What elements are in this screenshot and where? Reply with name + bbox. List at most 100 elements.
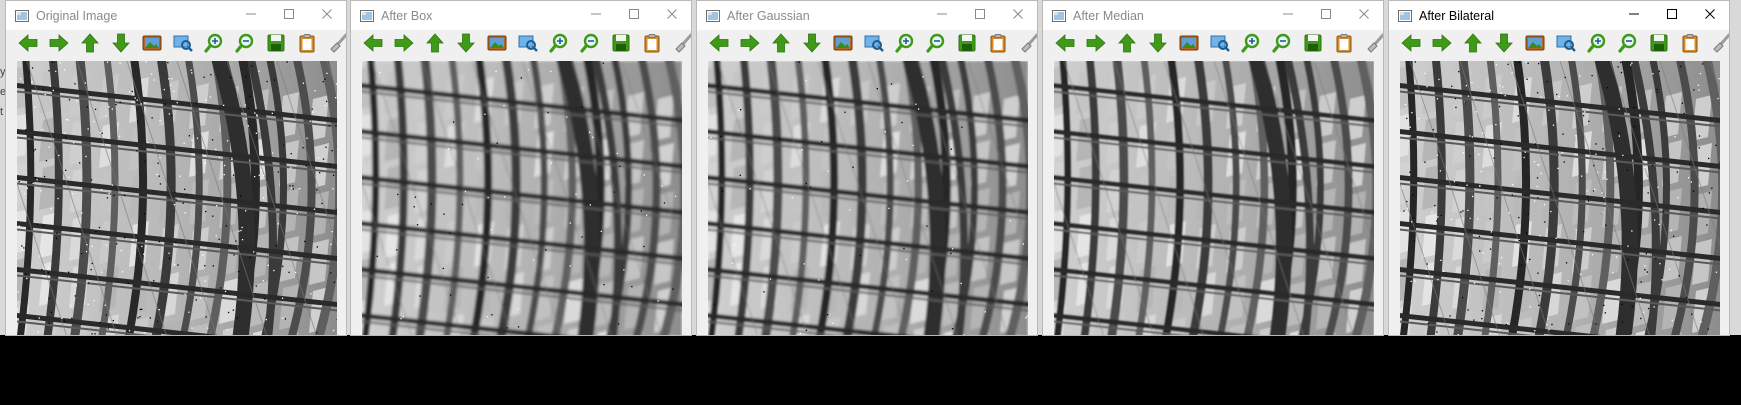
properties-brush-icon [1364,32,1383,59]
image-canvas[interactable] [697,61,1037,335]
image-window-median[interactable]: After Median [1042,0,1384,336]
arrow-left-button[interactable] [1049,32,1080,60]
arrow-up-icon [424,32,446,59]
zoom-in-button[interactable] [1235,32,1266,60]
image-button[interactable] [827,32,858,60]
filtered-image [362,61,682,335]
zoom-out-button[interactable] [1612,32,1643,60]
minimize-icon [245,7,257,25]
arrow-right-button[interactable] [1426,32,1457,60]
window-titlebar[interactable]: After Bilateral [1389,1,1729,30]
minimize-icon [1282,7,1294,25]
clipboard-icon [641,32,663,59]
minimize-button[interactable] [923,1,961,30]
arrow-left-button[interactable] [12,32,43,60]
zoom-fit-button[interactable] [167,32,198,60]
zoom-in-button[interactable] [543,32,574,60]
properties-brush-button[interactable] [322,32,346,60]
arrow-left-button[interactable] [1395,32,1426,60]
zoom-fit-button[interactable] [1204,32,1235,60]
zoom-fit-button[interactable] [512,32,543,60]
maximize-button[interactable] [961,1,999,30]
image-window-original[interactable]: Original Image [5,0,347,336]
properties-brush-button[interactable] [1705,32,1729,60]
arrow-up-button[interactable] [1457,32,1488,60]
close-button[interactable] [1691,1,1729,30]
zoom-out-button[interactable] [1266,32,1297,60]
clipboard-button[interactable] [636,32,667,60]
arrow-up-button[interactable] [419,32,450,60]
arrow-down-button[interactable] [105,32,136,60]
arrow-up-button[interactable] [74,32,105,60]
zoom-out-button[interactable] [920,32,951,60]
save-icon [956,32,978,59]
window-titlebar[interactable]: After Median [1043,1,1383,30]
close-icon [666,7,678,25]
clipboard-button[interactable] [1674,32,1705,60]
image-button[interactable] [136,32,167,60]
save-button[interactable] [1297,32,1328,60]
arrow-down-button[interactable] [450,32,481,60]
clipboard-button[interactable] [291,32,322,60]
zoom-fit-button[interactable] [1550,32,1581,60]
properties-brush-button[interactable] [667,32,691,60]
minimize-button[interactable] [1615,1,1653,30]
zoom-in-button[interactable] [198,32,229,60]
window-titlebar[interactable]: Original Image [6,1,346,30]
save-button[interactable] [260,32,291,60]
maximize-button[interactable] [1653,1,1691,30]
maximize-button[interactable] [270,1,308,30]
arrow-down-button[interactable] [796,32,827,60]
arrow-down-button[interactable] [1142,32,1173,60]
window-title: After Bilateral [1419,8,1495,23]
arrow-left-button[interactable] [703,32,734,60]
close-button[interactable] [999,1,1037,30]
image-button[interactable] [1173,32,1204,60]
close-button[interactable] [1345,1,1383,30]
zoom-out-button[interactable] [574,32,605,60]
save-button[interactable] [605,32,636,60]
minimize-button[interactable] [1269,1,1307,30]
arrow-right-button[interactable] [1080,32,1111,60]
minimize-button[interactable] [577,1,615,30]
properties-brush-button[interactable] [1013,32,1037,60]
maximize-icon [1320,7,1332,25]
arrow-right-button[interactable] [734,32,765,60]
save-button[interactable] [951,32,982,60]
zoom-in-button[interactable] [889,32,920,60]
arrow-left-icon [708,32,730,59]
image-canvas[interactable] [1043,61,1383,335]
save-icon [1302,32,1324,59]
image-window-bilateral[interactable]: After Bilateral [1388,0,1730,336]
arrow-left-button[interactable] [357,32,388,60]
arrow-right-button[interactable] [43,32,74,60]
properties-brush-button[interactable] [1359,32,1383,60]
arrow-down-button[interactable] [1488,32,1519,60]
maximize-button[interactable] [1307,1,1345,30]
close-button[interactable] [308,1,346,30]
clipboard-button[interactable] [1328,32,1359,60]
image-button[interactable] [1519,32,1550,60]
maximize-button[interactable] [615,1,653,30]
save-button[interactable] [1643,32,1674,60]
zoom-fit-icon [517,32,539,59]
zoom-in-button[interactable] [1581,32,1612,60]
zoom-fit-button[interactable] [858,32,889,60]
minimize-button[interactable] [232,1,270,30]
arrow-right-button[interactable] [388,32,419,60]
image-window-gaussian[interactable]: After Gaussian [696,0,1038,336]
clipboard-button[interactable] [982,32,1013,60]
arrow-up-button[interactable] [1111,32,1142,60]
image-window-box[interactable]: After Box [350,0,692,336]
image-canvas[interactable] [6,61,346,335]
arrow-up-button[interactable] [765,32,796,60]
window-titlebar[interactable]: After Gaussian [697,1,1037,30]
image-canvas[interactable] [1389,61,1729,335]
zoom-out-button[interactable] [229,32,260,60]
zoom-fit-icon [172,32,194,59]
image-canvas[interactable] [351,61,691,335]
close-button[interactable] [653,1,691,30]
image-button[interactable] [481,32,512,60]
minimize-icon [1628,7,1640,25]
window-titlebar[interactable]: After Box [351,1,691,30]
